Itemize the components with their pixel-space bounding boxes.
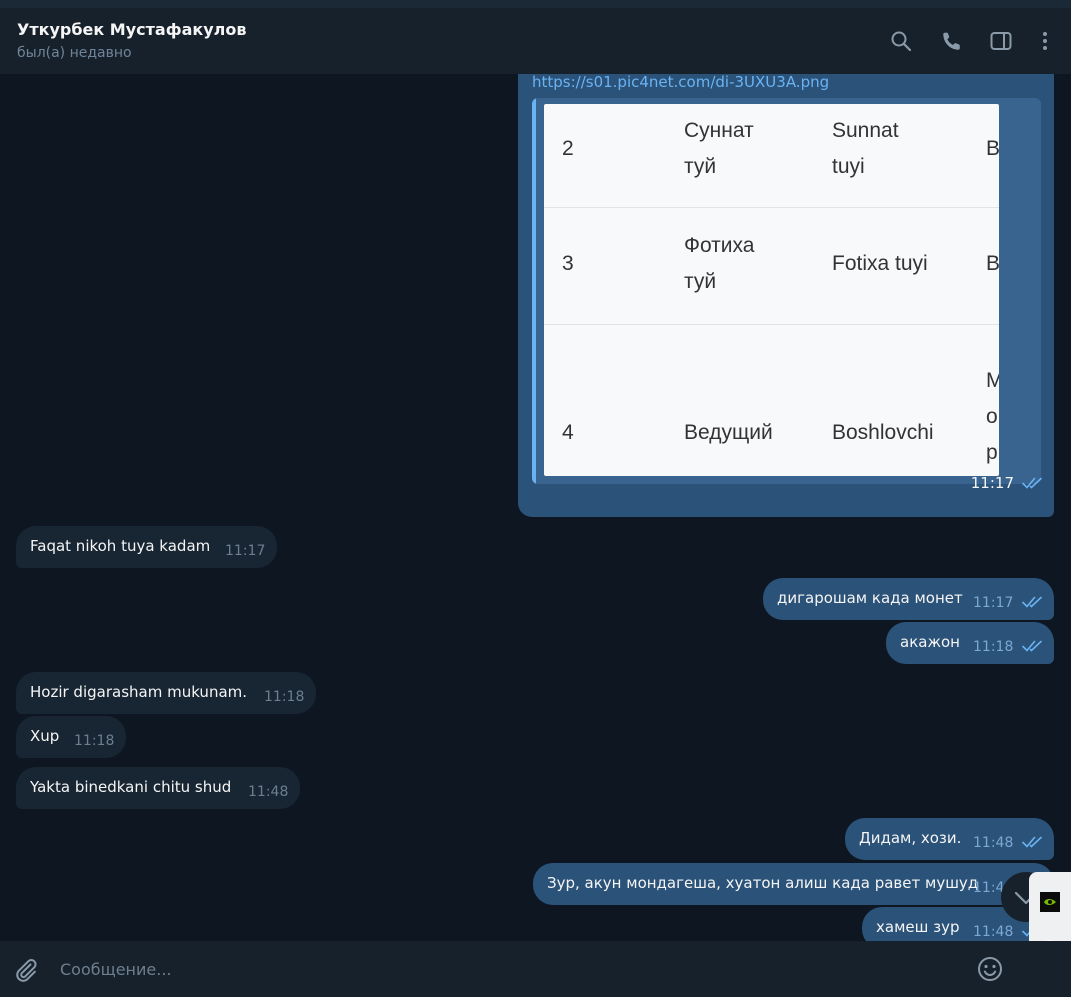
message-time: 11:17: [973, 595, 1014, 611]
message-bubble[interactable]: Faqat nikoh tuya kadam 11:17: [16, 526, 277, 568]
table-cell: 3: [562, 252, 574, 275]
message-text: Hozir digarasham mukunam.: [30, 683, 248, 701]
sidebar-toggle-icon[interactable]: [989, 29, 1013, 53]
preview-accent-bar: [532, 98, 536, 484]
table-cell: Sunnat: [832, 119, 899, 142]
chat-header: Уткурбек Мустафакулов был(а) недавно: [0, 8, 1071, 74]
contact-name[interactable]: Уткурбек Мустафакулов: [17, 20, 247, 39]
table-cell: Fotixa tuyi: [832, 252, 928, 275]
table-cell: B: [986, 137, 999, 160]
preview-image[interactable]: 2 Суннат туй Sunnat tuyi B 3 Фотиха туй …: [544, 104, 999, 476]
table-cell: туй: [684, 270, 717, 293]
link-preview[interactable]: 2 Суннат туй Sunnat tuyi B 3 Фотиха туй …: [532, 98, 1041, 484]
message-bubble[interactable]: акажон 11:18: [886, 622, 1054, 664]
table-cell: M: [986, 369, 999, 392]
message-time: 11:18: [74, 733, 115, 749]
message-bubble[interactable]: Дидам, хози. 11:48: [845, 818, 1054, 860]
message-text: дигарошам када монет: [777, 589, 963, 607]
emoji-icon[interactable]: [976, 955, 1004, 983]
window-top-strip: [0, 0, 1071, 8]
table-cell: Фотиха: [684, 234, 755, 257]
message-composer: [0, 941, 1071, 997]
table-cell: Boshlovchi: [832, 421, 934, 444]
phone-icon[interactable]: [940, 29, 964, 53]
read-checkmarks-icon: [1022, 836, 1042, 848]
table-cell: 2: [562, 137, 574, 160]
attach-icon[interactable]: [12, 956, 40, 984]
message-bubble[interactable]: Hozir digarasham mukunam. 11:18: [16, 672, 316, 714]
message-time: 11:48: [973, 924, 1014, 940]
table-cell: B: [986, 252, 999, 275]
table-row: 2 Суннат туй Sunnat tuyi B: [544, 104, 999, 208]
message-bubble[interactable]: Xup 11:18: [16, 716, 126, 758]
message-link[interactable]: https://s01.pic4net.com/di-3UXU3A.png: [532, 74, 829, 91]
link-message[interactable]: https://s01.pic4net.com/di-3UXU3A.png 2 …: [518, 74, 1054, 517]
table-cell: Ведущий: [684, 421, 773, 444]
table-cell: 4: [562, 421, 574, 444]
table-cell: p: [986, 441, 998, 464]
message-time: 11:18: [973, 639, 1014, 655]
table-cell: Суннат: [684, 119, 754, 142]
table-row: 3 Фотиха туй Fotixa tuyi B: [544, 208, 999, 325]
table-cell: туй: [684, 155, 717, 178]
message-text: Faqat nikoh tuya kadam: [30, 537, 211, 555]
nvidia-icon[interactable]: [1040, 892, 1060, 912]
chat-window: Уткурбек Мустафакулов был(а) недавно htt…: [0, 0, 1071, 997]
message-text: Yakta binedkani chitu shud: [30, 778, 232, 796]
read-checkmarks-icon: [1022, 640, 1042, 652]
message-bubble[interactable]: Yakta binedkani chitu shud 11:48: [16, 767, 300, 809]
message-time: 11:18: [264, 689, 305, 705]
message-time: 11:48: [248, 784, 289, 800]
contact-status: был(а) недавно: [17, 45, 132, 61]
message-text: хамеш зур: [876, 918, 960, 936]
messages-list[interactable]: https://s01.pic4net.com/di-3UXU3A.png 2 …: [0, 74, 1071, 941]
message-text: Зур, акун мондагеша, хуатон алиш када ра…: [547, 874, 979, 892]
read-checkmarks-icon: [1022, 477, 1042, 489]
message-time: 11:48: [973, 835, 1014, 851]
message-input[interactable]: [60, 953, 940, 985]
message-text: Xup: [30, 727, 60, 745]
message-bubble[interactable]: дигарошам када монет 11:17: [763, 578, 1054, 620]
table-cell: o: [986, 405, 998, 428]
table-row: 4 Ведущий Boshlovchi M o p: [544, 325, 999, 476]
message-text: Дидам, хози.: [859, 829, 962, 847]
message-text: акажон: [900, 633, 960, 651]
message-bubble[interactable]: Зур, акун мондагеша, хуатон алиш када ра…: [533, 863, 1054, 905]
read-checkmarks-icon: [1022, 596, 1042, 608]
search-icon[interactable]: [889, 29, 913, 53]
message-time: 11:17: [225, 543, 266, 559]
more-vert-icon[interactable]: [1033, 29, 1057, 53]
message-time: 11:17: [970, 474, 1014, 492]
table-cell: tuyi: [832, 155, 865, 178]
